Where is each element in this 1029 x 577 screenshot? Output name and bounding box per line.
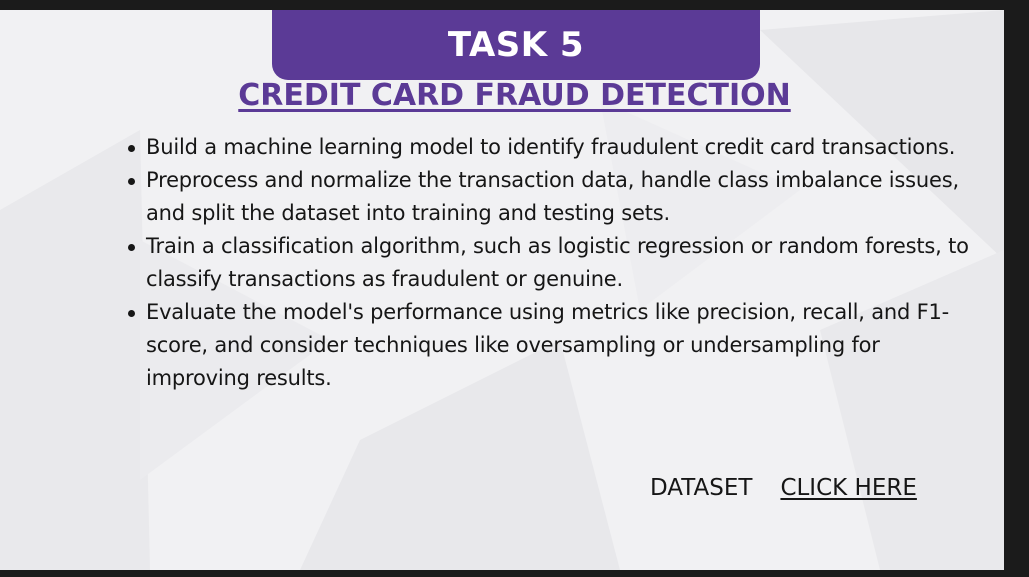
bullet-dot-icon bbox=[128, 310, 135, 317]
bullet-text: Build a machine learning model to identi… bbox=[146, 135, 956, 159]
bullet-item: Build a machine learning model to identi… bbox=[124, 131, 984, 164]
bullet-text: Preprocess and normalize the transaction… bbox=[146, 168, 959, 225]
bullet-item: Evaluate the model's performance using m… bbox=[124, 296, 984, 395]
bottom-strip bbox=[0, 570, 1029, 577]
bullet-item: Train a classification algorithm, such a… bbox=[124, 230, 984, 296]
task-title: TASK 5 bbox=[447, 25, 585, 65]
bullet-dot-icon bbox=[128, 244, 135, 251]
task-banner: TASK 5 bbox=[272, 10, 760, 80]
bullet-dot-icon bbox=[128, 145, 135, 152]
page-title: CREDIT CARD FRAUD DETECTION bbox=[238, 78, 791, 113]
task-bullet-list: Build a machine learning model to identi… bbox=[124, 131, 984, 395]
bullet-text: Train a classification algorithm, such a… bbox=[146, 234, 969, 291]
bullet-item: Preprocess and normalize the transaction… bbox=[124, 164, 984, 230]
dataset-row: DATASET CLICK HERE bbox=[650, 475, 917, 501]
bullet-dot-icon bbox=[128, 178, 135, 185]
screen-frame: TASK 5 CREDIT CARD FRAUD DETECTION Build… bbox=[0, 0, 1029, 577]
dataset-label: DATASET bbox=[650, 475, 753, 501]
dataset-link[interactable]: CLICK HERE bbox=[780, 475, 916, 501]
bullet-text: Evaluate the model's performance using m… bbox=[146, 300, 950, 390]
